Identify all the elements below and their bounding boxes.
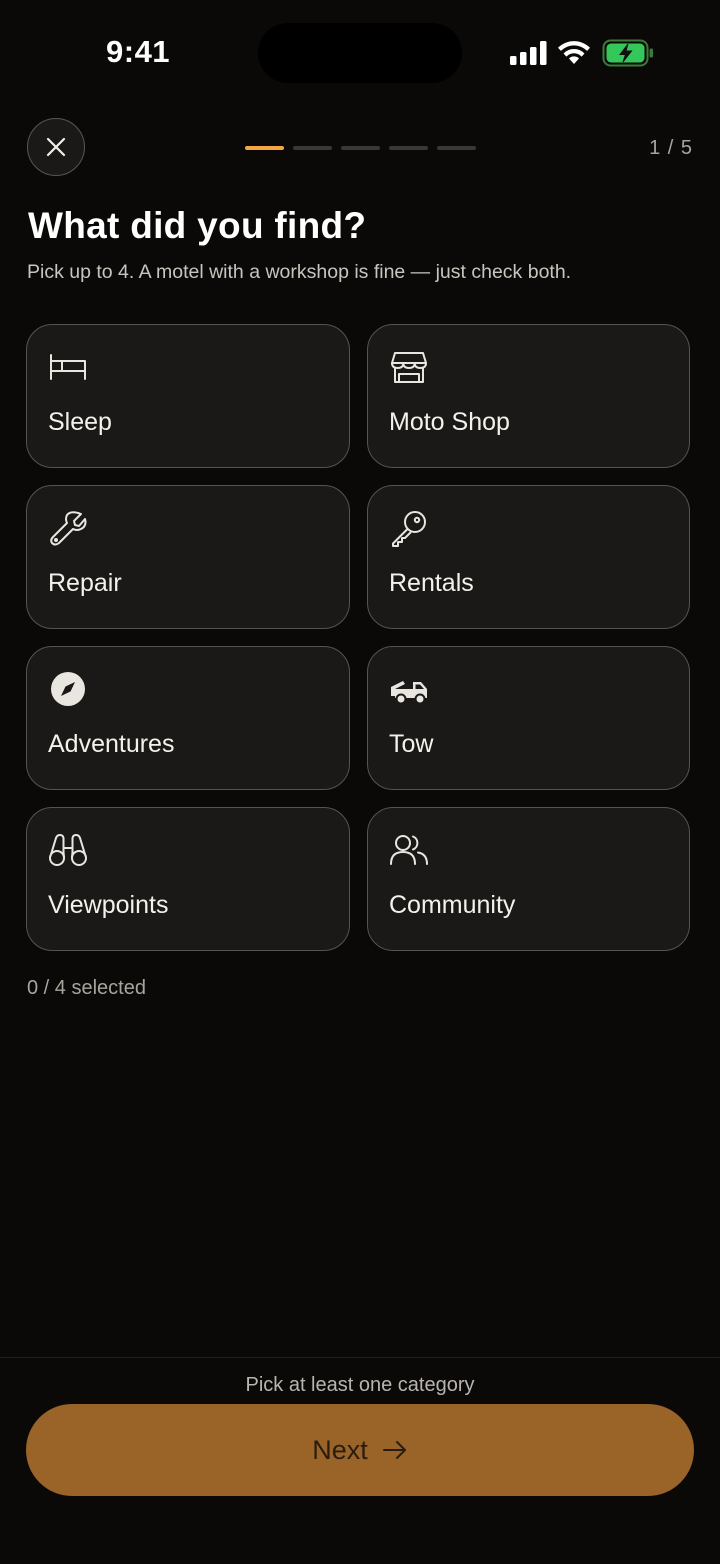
tow-truck-icon	[391, 681, 427, 705]
status-bar: 9:41	[0, 0, 720, 104]
progress-segment	[293, 146, 332, 150]
bed-icon	[50, 354, 86, 380]
status-time: 9:41	[106, 34, 171, 69]
category-grid: Sleep Moto Shop Repair Rentals Adventure…	[26, 324, 690, 951]
category-card-tow[interactable]: Tow	[367, 646, 690, 790]
next-button[interactable]: Next	[26, 1404, 694, 1496]
page-subtitle: Pick up to 4. A motel with a workshop is…	[27, 261, 572, 283]
category-card-rentals[interactable]: Rentals	[367, 485, 690, 629]
battery-charging-icon	[602, 39, 653, 67]
compass-icon	[51, 672, 85, 706]
category-card-repair[interactable]: Repair	[26, 485, 350, 629]
dynamic-island	[258, 23, 462, 83]
category-card-moto-shop[interactable]: Moto Shop	[367, 324, 690, 468]
step-progress	[245, 146, 476, 150]
binoculars-icon	[49, 834, 87, 866]
category-label: Rentals	[389, 569, 474, 597]
users-icon	[390, 835, 428, 865]
close-icon	[46, 137, 66, 157]
category-label: Sleep	[48, 408, 112, 436]
category-card-adventures[interactable]: Adventures	[26, 646, 350, 790]
category-label: Community	[389, 891, 516, 919]
page-title: What did you find?	[28, 205, 367, 246]
category-card-viewpoints[interactable]: Viewpoints	[26, 807, 350, 951]
wifi-icon	[558, 41, 590, 64]
storefront-icon	[391, 352, 427, 383]
arrow-right-icon	[382, 1441, 406, 1459]
category-label: Tow	[389, 730, 434, 758]
wrench-icon	[50, 511, 87, 546]
selection-count: 0 / 4 selected	[27, 977, 146, 999]
progress-segment-active	[245, 146, 284, 150]
progress-segment	[437, 146, 476, 150]
step-counter: 1 / 5	[649, 137, 693, 159]
progress-segment	[389, 146, 428, 150]
progress-segment	[341, 146, 380, 150]
category-label: Moto Shop	[389, 408, 510, 436]
category-label: Repair	[48, 569, 122, 597]
category-label: Adventures	[48, 730, 175, 758]
category-label: Viewpoints	[48, 891, 169, 919]
next-button-label: Next	[312, 1434, 368, 1465]
close-button[interactable]	[27, 118, 85, 176]
category-card-community[interactable]: Community	[367, 807, 690, 951]
category-card-sleep[interactable]: Sleep	[26, 324, 350, 468]
key-icon	[392, 511, 426, 547]
footer-bar: Pick at least one category Next	[0, 1357, 720, 1564]
footer-hint: Pick at least one category	[245, 1374, 475, 1396]
cellular-signal-icon	[510, 41, 547, 65]
